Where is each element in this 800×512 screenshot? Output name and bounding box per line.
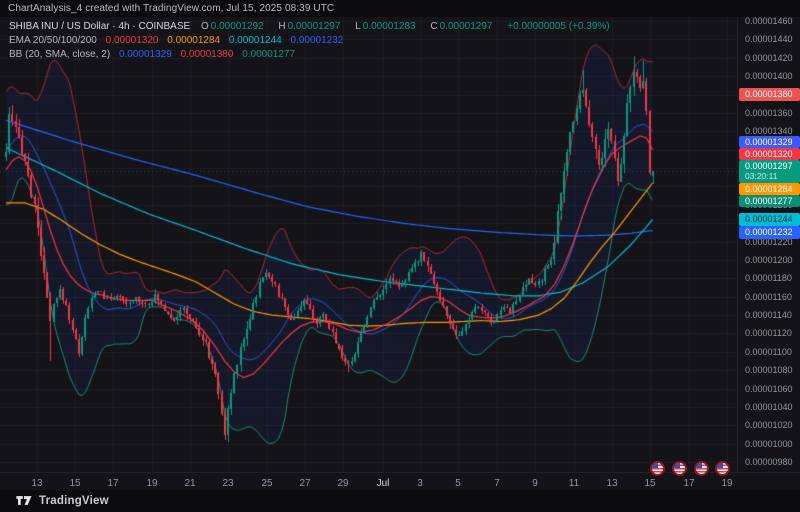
time-tick-label: 19	[721, 478, 732, 489]
time-tick-label: 3	[417, 478, 423, 489]
ema-legend-row[interactable]: EMA 20/50/100/200 0.00001320 0.00001284 …	[9, 34, 616, 48]
candle-countdown: 03:20:11	[745, 171, 800, 181]
open-value: O0.00001292	[201, 21, 270, 32]
price-chart-canvas[interactable]	[0, 17, 737, 472]
ema-indicator-label[interactable]: EMA 20/50/100/200	[9, 35, 97, 46]
time-tick-label: 15	[69, 478, 80, 489]
price-tick-label: 0.00001360	[745, 108, 793, 118]
price-tick-label: 0.00001460	[745, 16, 793, 26]
economic-event-us-flag-icon[interactable]	[696, 463, 707, 474]
price-tick-label: 0.00001340	[745, 126, 793, 136]
time-tick-label: 21	[184, 478, 195, 489]
economic-event-us-flag-icon[interactable]	[717, 463, 728, 474]
price-tick-label: 0.00001160	[745, 292, 792, 302]
change-value: +0.00000005 (+0.39%)	[507, 21, 609, 32]
bb-indicator-label[interactable]: BB (20, SMA, close, 2)	[9, 49, 110, 60]
ema50-value: 0.00001284	[167, 35, 220, 46]
price-tick-label: 0.00001200	[745, 255, 793, 265]
time-tick-label: 17	[107, 478, 118, 489]
price-tick-label: 0.00001400	[745, 71, 793, 81]
price-tick-label: 0.00001180	[745, 273, 792, 283]
economic-event-us-flag-icon[interactable]	[674, 463, 685, 474]
price-tick-label: 0.00001420	[745, 53, 793, 63]
time-tick-label: 7	[494, 478, 500, 489]
ema-100-axis-badge: 0.00001244	[739, 213, 800, 226]
time-tick-label: 13	[31, 478, 42, 489]
chart-legend: SHIBA INU / US Dollar · 4h · COINBASE O0…	[9, 20, 616, 62]
bb-legend-row[interactable]: BB (20, SMA, close, 2) 0.00001329 0.0000…	[9, 48, 616, 62]
bb-upper-value: 0.00001380	[181, 49, 234, 60]
high-value: H0.00001297	[278, 21, 346, 32]
price-tick-label: 0.00001440	[745, 34, 793, 44]
price-tick-label: 0.00001020	[745, 420, 793, 430]
ema-200-axis-badge: 0.00001232	[739, 226, 800, 239]
ema-50-axis-badge: 0.00001284	[739, 183, 800, 195]
time-axis[interactable]: 13 15 17 19 21 23 25 27 29 Jul 3 5 7 9 11 13 15 17 19	[0, 472, 800, 490]
price-tick-label: 0.00001080	[745, 365, 793, 375]
chart-area[interactable]: SHIBA INU / US Dollar · 4h · COINBASE O0…	[0, 17, 800, 490]
ema100-value: 0.00001244	[229, 35, 282, 46]
time-tick-label: 9	[532, 478, 538, 489]
price-tick-label: 0.00001140	[745, 310, 792, 320]
time-tick-label: 15	[644, 478, 655, 489]
time-tick-label: 5	[455, 478, 461, 489]
low-value: L0.00001283	[355, 21, 421, 32]
symbol-legend-row[interactable]: SHIBA INU / US Dollar · 4h · COINBASE O0…	[9, 20, 616, 34]
footer-bar: TradingView	[0, 490, 800, 512]
price-tick-label: 0.00001040	[745, 402, 793, 412]
time-tick-label: 19	[146, 478, 157, 489]
time-tick-label: 23	[222, 478, 233, 489]
economic-event-us-flag-icon[interactable]	[652, 463, 663, 474]
price-tick-label: 0.00000980	[745, 457, 793, 467]
close-value: C0.00001297	[430, 21, 498, 32]
ema20-value: 0.00001320	[106, 35, 159, 46]
tradingview-logo-icon[interactable]	[16, 494, 33, 507]
time-tick-label: 29	[337, 478, 348, 489]
snapshot-header-bar: ChartAnalysis_4 created with TradingView…	[0, 0, 800, 17]
time-tick-label: 11	[569, 478, 579, 489]
bb-lower-value: 0.00001277	[242, 49, 295, 60]
price-tick-label: 0.00001120	[745, 328, 792, 338]
time-tick-label: 17	[683, 478, 694, 489]
time-tick-label: 27	[299, 478, 310, 489]
price-tick-label: 0.00001060	[745, 384, 793, 394]
tradingview-brand-name[interactable]: TradingView	[39, 495, 109, 507]
price-tick-label: 0.00001000	[745, 439, 793, 449]
time-tick-label: 13	[606, 478, 617, 489]
time-tick-label: Jul	[377, 478, 390, 489]
bb-upper-axis-badge: 0.00001380	[739, 88, 800, 101]
time-tick-label: 25	[261, 478, 272, 489]
chart-snapshot: ChartAnalysis_4 created with TradingView…	[0, 0, 800, 512]
price-axis[interactable]: 0.00001460 0.00001440 0.00001420 0.00001400…	[737, 17, 800, 472]
last-price-axis-badge: 0.0000129703:20:11	[739, 160, 800, 183]
bb-lower-axis-badge: 0.00001277	[739, 195, 800, 207]
snapshot-title: ChartAnalysis_4 created with TradingView…	[8, 3, 334, 14]
price-tick-label: 0.00001100	[745, 347, 792, 357]
ema200-value: 0.00001232	[291, 35, 344, 46]
symbol-title[interactable]: SHIBA INU / US Dollar · 4h · COINBASE	[9, 21, 190, 32]
bb-basis-axis-badge: 0.00001329	[739, 136, 800, 148]
bb-basis-value: 0.00001329	[119, 49, 172, 60]
ema-20-axis-badge: 0.00001320	[739, 148, 800, 160]
